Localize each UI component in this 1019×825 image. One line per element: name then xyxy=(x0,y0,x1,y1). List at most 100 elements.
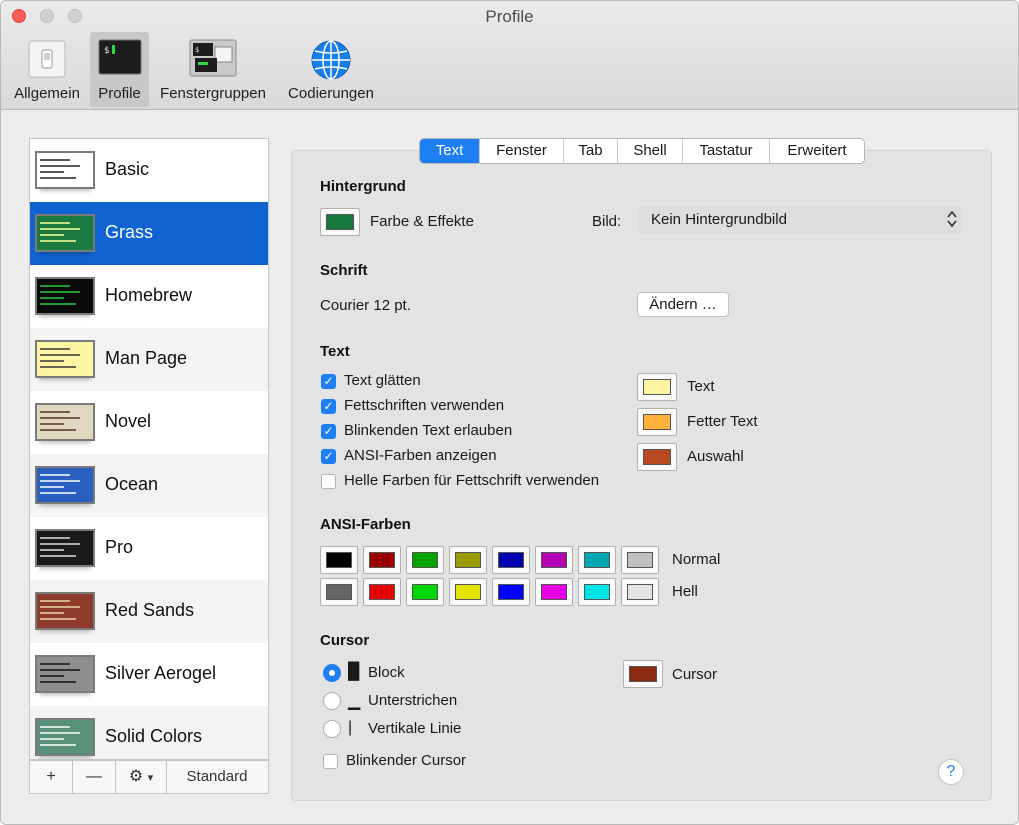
ansi-heading: ANSI-Farben xyxy=(320,516,411,533)
ansi-normal-color-well[interactable] xyxy=(621,546,659,574)
color-swatch xyxy=(643,449,671,465)
ansi-bright-color-well[interactable] xyxy=(492,578,530,606)
profile-name: Basic xyxy=(105,159,150,179)
blink-cursor-checkbox[interactable] xyxy=(323,754,338,769)
cursor-glyph-icon: ▁ xyxy=(348,693,361,710)
chevron-down-icon: ▾ xyxy=(147,772,154,784)
tab-shell[interactable]: Shell xyxy=(618,139,683,163)
text-option-checkbox[interactable] xyxy=(321,474,336,489)
ansi-normal-color-well[interactable] xyxy=(492,546,530,574)
profile-list-footer: + — ⚙ ▾ Standard xyxy=(29,760,269,794)
profile-name: Solid Colors xyxy=(105,726,203,746)
tab-text[interactable]: Text xyxy=(420,139,480,163)
cursor-style-label: Vertikale Linie xyxy=(368,720,462,737)
tab-erweitert[interactable]: Erweitert xyxy=(770,139,864,163)
profile-thumbnail xyxy=(35,340,95,378)
ansi-bright-color-well[interactable] xyxy=(363,578,401,606)
svg-text:$: $ xyxy=(195,46,199,54)
text-color-label: Text xyxy=(687,378,715,395)
color-swatch xyxy=(369,552,395,568)
preferences-window: Profile Allgemein $ Profile $ Fenstergru… xyxy=(0,0,1019,825)
settings-tab-bar: Text Fenster Tab Shell Tastatur Erweiter… xyxy=(419,138,865,164)
profile-thumbnail xyxy=(35,718,95,756)
toolbar-item-codierungen[interactable]: Codierungen xyxy=(281,32,381,107)
tab-fenster[interactable]: Fenster xyxy=(480,139,564,163)
color-swatch xyxy=(541,552,567,568)
cursor-heading: Cursor xyxy=(320,632,370,649)
ansi-bright-color-well[interactable] xyxy=(535,578,573,606)
color-swatch xyxy=(326,552,352,568)
svg-text:$: $ xyxy=(104,46,109,56)
cursor-glyph-icon: █ xyxy=(348,663,360,680)
profile-row[interactable]: Pro xyxy=(30,517,268,580)
updown-chevron-icon xyxy=(947,210,957,233)
ansi-bright-color-well[interactable] xyxy=(406,578,444,606)
profile-row[interactable]: Novel xyxy=(30,391,268,454)
text-option-checkbox[interactable]: ✓ xyxy=(321,374,336,389)
profile-thumbnail xyxy=(35,592,95,630)
color-swatch xyxy=(369,584,395,600)
profile-row[interactable]: Homebrew xyxy=(30,265,268,328)
toolbar-item-fenstergruppen[interactable]: $ Fenstergruppen xyxy=(153,32,273,107)
text-option-checkbox[interactable]: ✓ xyxy=(321,424,336,439)
profile-row[interactable]: Silver Aerogel xyxy=(30,643,268,706)
color-swatch xyxy=(584,584,610,600)
toolbar-item-allgemein[interactable]: Allgemein xyxy=(7,32,87,107)
text-heading: Text xyxy=(320,343,350,360)
profile-action-menu-button[interactable]: ⚙ ▾ xyxy=(116,761,167,793)
set-default-profile-button[interactable]: Standard xyxy=(167,761,267,793)
profile-thumbnail xyxy=(35,214,95,252)
ansi-normal-color-well[interactable] xyxy=(363,546,401,574)
profile-list[interactable]: Basic Grass Homebrew Man Page Novel Ocean Pro R… xyxy=(29,138,269,760)
cursor-glyph-icon: | xyxy=(348,719,353,736)
cursor-style-radio[interactable] xyxy=(323,720,341,738)
text-color-well[interactable] xyxy=(637,373,677,401)
profile-name: Pro xyxy=(105,537,134,557)
globe-icon xyxy=(310,39,352,85)
text-color-well[interactable] xyxy=(637,443,677,471)
ansi-bright-color-well[interactable] xyxy=(621,578,659,606)
ansi-bright-color-well[interactable] xyxy=(578,578,616,606)
profile-row[interactable]: Ocean xyxy=(30,454,268,517)
ansi-normal-color-well[interactable] xyxy=(406,546,444,574)
text-option-label: ANSI-Farben anzeigen xyxy=(344,447,497,464)
cursor-style-label: Unterstrichen xyxy=(368,692,458,709)
ansi-bright-color-well[interactable] xyxy=(449,578,487,606)
background-image-value: Kein Hintergrundbild xyxy=(651,211,787,228)
background-heading: Hintergrund xyxy=(320,178,406,195)
profile-thumbnail xyxy=(35,466,95,504)
add-profile-button[interactable]: + xyxy=(30,761,73,793)
text-option-checkbox[interactable]: ✓ xyxy=(321,399,336,414)
tab-tastatur[interactable]: Tastatur xyxy=(683,139,770,163)
profile-row[interactable]: Red Sands xyxy=(30,580,268,643)
profile-row[interactable]: Solid Colors xyxy=(30,706,268,759)
window-groups-icon: $ xyxy=(189,39,237,81)
profile-thumbnail xyxy=(35,655,95,693)
preferences-content: Basic Grass Homebrew Man Page Novel Ocean Pro R… xyxy=(1,110,1018,824)
toolbar-item-profile[interactable]: $ Profile xyxy=(90,32,149,107)
help-button[interactable]: ? xyxy=(938,759,964,785)
text-option-label: Helle Farben für Fettschrift verwenden xyxy=(344,472,600,489)
text-option-checkbox[interactable]: ✓ xyxy=(321,449,336,464)
ansi-bright-color-well[interactable] xyxy=(320,578,358,606)
change-font-button[interactable]: Ändern … xyxy=(637,292,729,317)
background-color-label: Farbe & Effekte xyxy=(370,213,474,230)
cursor-style-radio[interactable] xyxy=(323,664,341,682)
remove-profile-button[interactable]: — xyxy=(73,761,116,793)
ansi-normal-color-well[interactable] xyxy=(535,546,573,574)
text-color-well[interactable] xyxy=(637,408,677,436)
tab-tab[interactable]: Tab xyxy=(564,139,618,163)
background-color-well[interactable] xyxy=(320,208,360,236)
color-swatch xyxy=(627,584,653,600)
cursor-style-radio[interactable] xyxy=(323,692,341,710)
ansi-normal-color-well[interactable] xyxy=(449,546,487,574)
color-swatch xyxy=(412,552,438,568)
ansi-normal-color-well[interactable] xyxy=(578,546,616,574)
profile-row[interactable]: Man Page xyxy=(30,328,268,391)
cursor-style-label: Block xyxy=(368,664,405,681)
cursor-color-well[interactable] xyxy=(623,660,663,688)
background-image-popup[interactable]: Kein Hintergrundbild xyxy=(637,206,963,234)
profile-row[interactable]: Basic xyxy=(30,139,268,202)
ansi-normal-color-well[interactable] xyxy=(320,546,358,574)
profile-row[interactable]: Grass xyxy=(30,202,268,265)
